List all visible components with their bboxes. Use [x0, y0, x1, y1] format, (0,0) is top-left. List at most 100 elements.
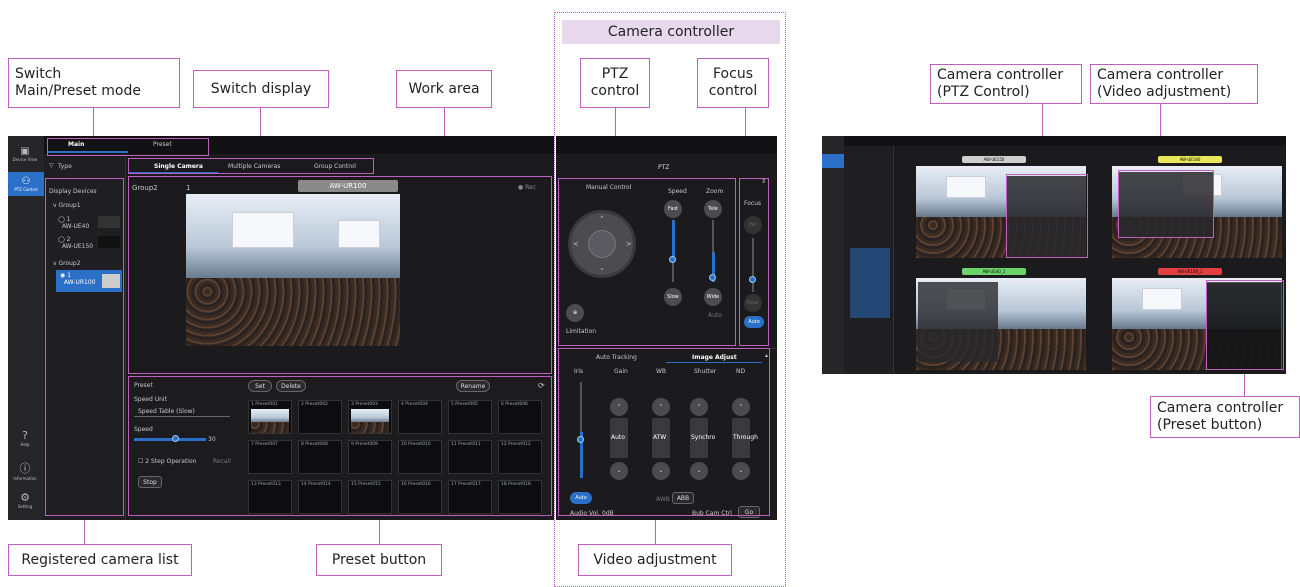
limitation-icon[interactable]: ⊕	[566, 304, 584, 322]
preset-cell[interactable]: 11 Preset011	[448, 440, 492, 474]
chevron-up-icon[interactable]: ⌃	[690, 398, 708, 416]
go-button[interactable]: Go	[738, 506, 760, 518]
tab-auto-tracking[interactable]: Auto Tracking	[596, 354, 637, 361]
chevron-down-icon[interactable]: ⌄	[732, 462, 750, 480]
speed-slider[interactable]	[672, 220, 675, 258]
device-view-icon[interactable]: ▣ Device View	[12, 142, 38, 166]
chevron-up-icon[interactable]: ⌃	[732, 398, 750, 416]
preset-cell[interactable]: 1 Preset001	[248, 400, 292, 434]
near-button[interactable]: Near	[744, 294, 762, 312]
preset-cell[interactable]: 8 Preset008	[298, 440, 342, 474]
abb-button[interactable]: ABB	[672, 492, 694, 504]
chevron-down-icon[interactable]: ⌄	[652, 462, 670, 480]
preset-cell[interactable]: 16 Preset016	[398, 480, 442, 514]
focus-auto-button[interactable]: Auto	[744, 316, 764, 328]
recall-button[interactable]: Recall	[213, 458, 231, 465]
audio-vol-label: Audio Vol.	[570, 510, 600, 517]
gear-icon[interactable]: ⚙ Setting	[12, 488, 38, 512]
step-op-checkbox[interactable]: ☐ 2 Step Operation	[138, 458, 196, 465]
group-item[interactable]: v Group2	[53, 260, 81, 267]
image-col-label: Iris	[574, 368, 584, 375]
preset-cell[interactable]: 6 Preset006	[498, 400, 542, 434]
preset-cell[interactable]: 14 Preset014	[298, 480, 342, 514]
preset-cell[interactable]: 2 Preset002	[298, 400, 342, 434]
preset-cell-label: 11 Preset011	[451, 442, 481, 447]
speed-slider[interactable]	[134, 438, 206, 441]
rec-indicator[interactable]: ● Rec	[518, 184, 536, 191]
preset-cell[interactable]: 13 Preset013	[248, 480, 292, 514]
info-icon[interactable]: ⓘ Information	[12, 458, 38, 482]
arrow-left-icon[interactable]: <	[573, 240, 579, 248]
preset-cell[interactable]: 5 Preset005	[448, 400, 492, 434]
chevron-up-icon[interactable]: ⌃	[610, 398, 628, 416]
speed-value: 30	[208, 436, 216, 443]
tab-image-adjust[interactable]: Image Adjust	[692, 354, 737, 361]
tab-multiple-cameras[interactable]: Multiple Cameras	[228, 163, 280, 170]
preset-cell-label: 8 Preset008	[301, 442, 328, 447]
tab-single-camera[interactable]: Single Camera	[154, 163, 203, 170]
bub-cam-ctrl-label: Bub Cam Ctrl	[692, 510, 732, 517]
filter-icon[interactable]: ▽	[49, 162, 54, 169]
filter-label: Type	[58, 163, 72, 170]
group-item[interactable]: v Group1	[53, 202, 81, 209]
wide-button[interactable]: Wide	[704, 288, 722, 306]
preset-cell-label: 12 Preset012	[501, 442, 531, 447]
arrow-right-icon[interactable]: >	[626, 240, 632, 248]
collapse-icon[interactable]: ▴	[765, 352, 768, 359]
tab-group-control[interactable]: Group Control	[314, 163, 356, 170]
callout-registered-list: Registered camera list	[8, 544, 192, 576]
app-window: Main Preset ▣ Device View ⚇ PTZ Control ? H…	[8, 136, 554, 520]
image-col-label: Shutter	[694, 368, 717, 375]
fast-button[interactable]: Fast	[664, 200, 682, 218]
preset-cell[interactable]: 18 Preset018	[498, 480, 542, 514]
iris-auto-button[interactable]: Auto	[570, 492, 592, 504]
delete-button[interactable]: Delete	[276, 380, 306, 392]
image-col-value: Auto	[611, 434, 625, 441]
awb-button[interactable]: AWB	[656, 496, 670, 503]
rename-button[interactable]: Rename	[456, 380, 490, 392]
top-tab-preset[interactable]: Preset	[153, 141, 172, 148]
preset-cell[interactable]: 3 Preset003	[348, 400, 392, 434]
preset-cell-label: 10 Preset010	[401, 442, 431, 447]
far-button[interactable]: Far	[744, 216, 762, 234]
arrow-down-icon[interactable]: ⌄	[599, 264, 605, 272]
preset-cell-label: 15 Preset015	[351, 482, 381, 487]
refresh-icon[interactable]: ⟳	[538, 381, 545, 390]
image-col-label: Gain	[614, 368, 628, 375]
preset-cell[interactable]: 12 Preset012	[498, 440, 542, 474]
preset-cell-label: 3 Preset003	[351, 402, 378, 407]
callout-cc-ptz: Camera controller (PTZ Control)	[930, 64, 1082, 104]
camera-preview	[186, 194, 400, 346]
auto-label: Auto	[708, 312, 722, 319]
camera-item[interactable]: ◯ 1 AW-UE40	[58, 216, 89, 230]
camera-item[interactable]: ◯ 2 AW-UE150	[58, 236, 93, 250]
tele-button[interactable]: Tele	[704, 200, 722, 218]
set-button[interactable]: Set	[248, 380, 272, 392]
preset-cell[interactable]: 17 Preset017	[448, 480, 492, 514]
mini-label-4: AW-UE100_1	[1158, 268, 1222, 275]
preset-cell[interactable]: 7 Preset007	[248, 440, 292, 474]
display-devices-label: Display Devices	[49, 188, 97, 195]
image-col-label: ND	[736, 368, 746, 375]
callout-work-area: Work area	[396, 70, 492, 108]
preset-cell[interactable]: 15 Preset015	[348, 480, 392, 514]
image-col-value: Synchro	[691, 434, 716, 441]
chevron-up-icon[interactable]: ⌃	[652, 398, 670, 416]
image-col-value: ATW	[653, 434, 667, 441]
work-model-badge: AW-UR100	[298, 180, 398, 192]
chevron-down-icon[interactable]: ⌄	[610, 462, 628, 480]
camera-icon[interactable]: ⚇ PTZ Control	[8, 172, 44, 196]
help-icon[interactable]: ? Help	[12, 426, 38, 450]
preset-cell[interactable]: 9 Preset009	[348, 440, 392, 474]
expand-icon[interactable]: ⇕	[761, 178, 766, 185]
chevron-down-icon[interactable]: ⌄	[690, 462, 708, 480]
top-tab-main[interactable]: Main	[68, 141, 84, 148]
preset-cell[interactable]: 10 Preset010	[398, 440, 442, 474]
zoom-label: Zoom	[706, 188, 724, 195]
audio-vol-value[interactable]: 0dB	[602, 510, 614, 517]
arrow-up-icon[interactable]: ⌃	[599, 215, 605, 223]
preset-cell-label: 16 Preset016	[401, 482, 431, 487]
slow-button[interactable]: Slow	[664, 288, 682, 306]
stop-button[interactable]: Stop	[138, 476, 162, 488]
preset-cell[interactable]: 4 Preset004	[398, 400, 442, 434]
